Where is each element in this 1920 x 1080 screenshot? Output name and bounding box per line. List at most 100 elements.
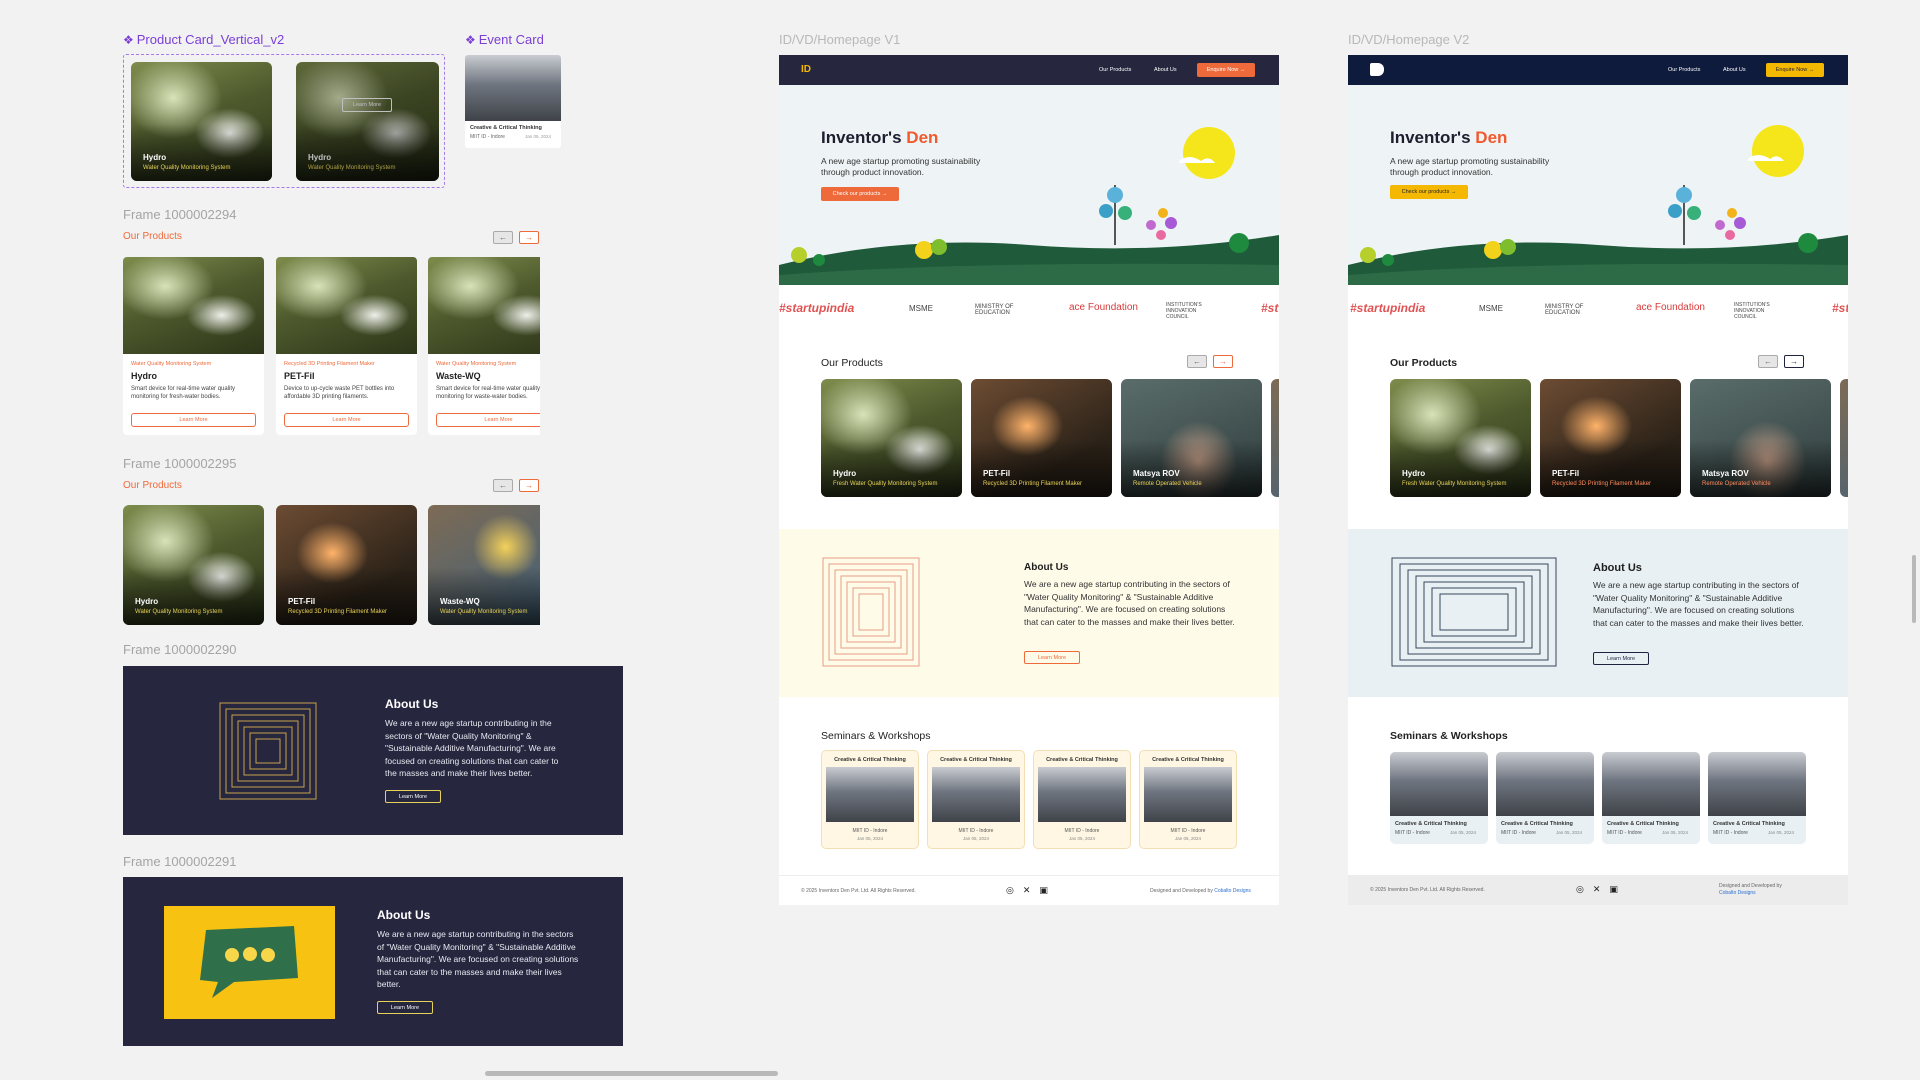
event-place: MIIT ID - Indore	[1395, 830, 1430, 836]
event-card-component[interactable]: Creative & Critical Thinking MIIT ID - I…	[465, 55, 561, 148]
event-photo	[1602, 752, 1700, 816]
product-card-hydro[interactable]: Hydro Fresh Water Quality Monitoring Sys…	[1390, 379, 1531, 497]
concentric-squares-graphic	[822, 557, 920, 667]
event-card[interactable]: Creative & Critical Thinking MIIT ID - I…	[1033, 750, 1131, 849]
card-subtitle: Water Quality Monitoring System	[308, 165, 396, 171]
about-learn-more-button[interactable]: Learn More	[377, 1001, 433, 1014]
enquire-now-button[interactable]: Enquire Now →	[1197, 63, 1255, 77]
about-learn-more-button[interactable]: Learn More	[1593, 652, 1649, 665]
event-title: Creative & Critical Thinking	[940, 757, 1012, 763]
event-place: MIIT ID - Indore	[1501, 830, 1536, 836]
instagram-icon[interactable]: ◎	[1576, 884, 1584, 895]
carousel-next-button[interactable]: →	[1784, 355, 1804, 368]
nav-our-products[interactable]: Our Products	[1668, 67, 1700, 73]
learn-more-button[interactable]: Learn More	[436, 413, 540, 427]
card-subtitle: Recycled 3D Printing Filament Maker	[288, 609, 388, 615]
product-card[interactable]: Water Quality Monitoring System Waste-WQ…	[428, 257, 540, 435]
enquire-now-button[interactable]: Enquire Now →	[1766, 63, 1824, 77]
event-date: Jan 05, 2024	[1068, 836, 1096, 841]
about-title: About Us	[1593, 562, 1642, 574]
site-logo-icon[interactable]	[1370, 63, 1384, 76]
designer-link[interactable]: Cobalto Designs	[1719, 890, 1756, 896]
nav-about-us[interactable]: About Us	[1723, 67, 1746, 73]
hero-section: Inventor's Den A new age startup promoti…	[779, 85, 1279, 285]
designer-link[interactable]: Cobalto Designs	[1214, 888, 1251, 894]
product-description: Smart device for real-time water quality…	[131, 386, 236, 400]
x-icon[interactable]: ✕	[1593, 884, 1601, 895]
product-card[interactable]: Water Quality Monitoring System Hydro Sm…	[123, 257, 264, 435]
startupindia-logo: #startupindia	[1350, 301, 1426, 315]
event-card[interactable]: Creative & Critical Thinking MIIT ID - I…	[1602, 752, 1700, 844]
nav-about-us[interactable]: About Us	[1154, 67, 1177, 73]
event-card[interactable]: Creative & Critical Thinking MIIT ID - I…	[1708, 752, 1806, 844]
concentric-squares-graphic	[219, 702, 317, 800]
vertical-scrollbar[interactable]	[1912, 555, 1916, 623]
card-title: PET-Fil	[983, 469, 1011, 478]
product-card-next[interactable]	[1840, 379, 1848, 497]
carousel-prev-button[interactable]: ←	[493, 231, 513, 244]
designed-by-text: Designed and Developed by Cobalto Design…	[1719, 883, 1782, 896]
carousel-next-button[interactable]: →	[519, 231, 539, 244]
event-place: MIIT ID - Indore	[852, 828, 888, 834]
component-icon: ❖	[123, 33, 134, 47]
copyright-text: © 2025 Inventors Den Pvt. Ltd. All Right…	[801, 888, 916, 894]
product-card-matsya-rov[interactable]: Matsya ROV Remote Operated Vehicle	[1121, 379, 1262, 497]
event-card[interactable]: Creative & Critical Thinking MIIT ID - I…	[1390, 752, 1488, 844]
event-card[interactable]: Creative & Critical Thinking MIIT ID - I…	[927, 750, 1025, 849]
learn-more-button[interactable]: Learn More	[284, 413, 409, 427]
linkedin-icon[interactable]: ▣	[1039, 885, 1048, 896]
event-card[interactable]: Creative & Critical Thinking MIIT ID - I…	[1139, 750, 1237, 849]
carousel-prev-button[interactable]: ←	[1758, 355, 1778, 368]
product-card-component-label[interactable]: ❖ Product Card_Vertical_v2	[123, 32, 284, 47]
card-subtitle: Remote Operated Vehicle	[1133, 481, 1202, 487]
concentric-squares-graphic	[1391, 557, 1557, 667]
product-name: PET-Fil	[284, 371, 315, 381]
frame-2294-label[interactable]: Frame 1000002294	[123, 207, 236, 222]
product-card[interactable]: Hydro Water Quality Monitoring System	[123, 505, 264, 625]
about-learn-more-button[interactable]: Learn More	[385, 790, 441, 803]
product-card-variant-hover[interactable]: Learn More Hydro Water Quality Monitorin…	[296, 62, 439, 181]
site-footer: © 2025 Inventors Den Pvt. Ltd. All Right…	[1348, 875, 1848, 905]
product-card[interactable]: PET-Fil Recycled 3D Printing Filament Ma…	[276, 505, 417, 625]
about-learn-more-button[interactable]: Learn More	[1024, 651, 1080, 664]
event-title: Creative & Critical Thinking	[1152, 757, 1224, 763]
homepage-v1-label[interactable]: ID/VD/Homepage V1	[779, 32, 900, 47]
product-card-matsya-rov[interactable]: Matsya ROV Remote Operated Vehicle	[1690, 379, 1831, 497]
carousel-prev-button[interactable]: ←	[493, 479, 513, 492]
frame-2291-label[interactable]: Frame 1000002291	[123, 854, 236, 869]
nav-our-products[interactable]: Our Products	[1099, 67, 1131, 73]
site-logo[interactable]: ID	[801, 64, 811, 75]
frame-2290-label[interactable]: Frame 1000002290	[123, 642, 236, 657]
homepage-v2-frame: Our Products About Us Enquire Now → Inve…	[1348, 55, 1848, 905]
linkedin-icon[interactable]: ▣	[1609, 884, 1618, 895]
product-card-pet-fil[interactable]: PET-Fil Recycled 3D Printing Filament Ma…	[971, 379, 1112, 497]
frame-2295-label[interactable]: Frame 1000002295	[123, 456, 236, 471]
event-title: Creative & Critical Thinking	[834, 757, 906, 763]
event-date: Jan 05, 2024	[962, 836, 990, 841]
product-card-next[interactable]	[1271, 379, 1279, 497]
horizontal-scrollbar[interactable]	[485, 1071, 778, 1076]
component-icon: ❖	[465, 33, 476, 47]
event-card[interactable]: Creative & Critical Thinking MIIT ID - I…	[1496, 752, 1594, 844]
event-photo	[1708, 752, 1806, 816]
event-card[interactable]: Creative & Critical Thinking MIIT ID - I…	[821, 750, 919, 849]
learn-more-button[interactable]: Learn More	[131, 413, 256, 427]
product-card[interactable]: Recycled 3D Printing Filament Maker PET-…	[276, 257, 417, 435]
card-subtitle: Remote Operated Vehicle	[1702, 481, 1771, 487]
x-icon[interactable]: ✕	[1023, 885, 1031, 896]
card-title: Matsya ROV	[1133, 469, 1180, 478]
instagram-icon[interactable]: ◎	[1006, 885, 1014, 896]
product-card-variant-default[interactable]: Hydro Water Quality Monitoring System	[131, 62, 272, 181]
product-photo	[428, 257, 540, 354]
event-card-component-label[interactable]: ❖ Event Card	[465, 32, 544, 47]
product-card-pet-fil[interactable]: PET-Fil Recycled 3D Printing Filament Ma…	[1540, 379, 1681, 497]
product-card-hydro[interactable]: Hydro Fresh Water Quality Monitoring Sys…	[821, 379, 962, 497]
product-card[interactable]: Waste-WQ Water Quality Monitoring System	[428, 505, 540, 625]
homepage-v2-label[interactable]: ID/VD/Homepage V2	[1348, 32, 1469, 47]
carousel-prev-button[interactable]: ←	[1187, 355, 1207, 368]
ace-foundation-logo: ace Foundation	[1069, 302, 1138, 313]
card-title: Hydro	[135, 597, 159, 606]
carousel-next-button[interactable]: →	[1213, 355, 1233, 368]
hover-learn-more-button[interactable]: Learn More	[342, 98, 392, 112]
carousel-next-button[interactable]: →	[519, 479, 539, 492]
